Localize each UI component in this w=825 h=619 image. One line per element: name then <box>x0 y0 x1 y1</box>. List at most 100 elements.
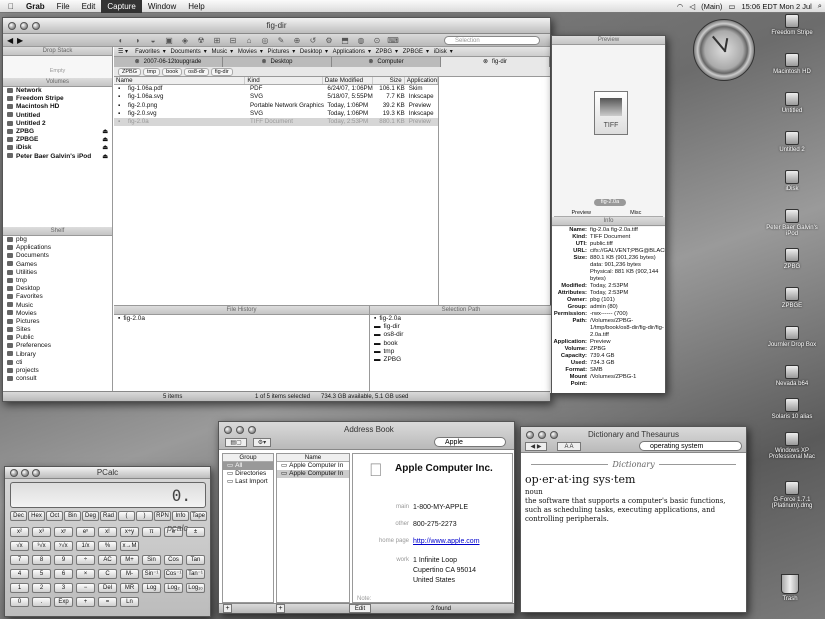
bookmark-movies[interactable]: Movies <box>235 49 260 55</box>
desktop-icon[interactable]: Untitled 2 <box>762 131 822 153</box>
dict-zoom-icon[interactable] <box>550 431 558 439</box>
pcalc-key[interactable]: Cos⁻¹ <box>164 569 183 579</box>
sidebar-shelf-item[interactable]: Documents <box>3 252 112 260</box>
col-app[interactable]: Application <box>405 77 438 84</box>
ab-add-group-icon[interactable]: + <box>223 604 232 613</box>
toolbar-icon-8[interactable]: ⌂ <box>241 36 257 45</box>
sidebar-volume[interactable]: Untitled 2 <box>3 120 112 128</box>
file-row[interactable]: ▪ fig-2.0.svg ◉SVGToday, 1:06PM 19.3 KBInks… <box>114 110 438 118</box>
ab-group-item[interactable]: ▭ Last Import <box>223 478 273 486</box>
pcalc-mode-3[interactable]: Bin <box>64 511 81 521</box>
toolbar-icon-6[interactable]: ⊞ <box>209 36 225 45</box>
pcalc-mode-10[interactable]: Tape <box>190 511 207 521</box>
ab-search-input[interactable]: Apple <box>434 437 506 447</box>
desktop-icon[interactable]: Journler Drop Box <box>762 326 822 348</box>
pcalc-key[interactable]: Log₂ <box>164 583 183 593</box>
sidebar-volume[interactable]: Peter Baer Galvin's iPod ⏏ <box>3 153 112 161</box>
ab-minimize-icon[interactable] <box>236 426 244 434</box>
dict-font-size-icon[interactable]: A A <box>557 442 581 451</box>
pcalc-key[interactable]: xʸ <box>54 527 73 537</box>
pcalc-mode-0[interactable]: Dec <box>10 511 27 521</box>
pcalc-key[interactable]: M- <box>120 569 139 579</box>
pcalc-key[interactable]: M+ <box>120 555 139 565</box>
pcalc-key[interactable]: 9 <box>54 555 73 565</box>
tab-1[interactable]: ⊗ Desktop <box>223 57 332 67</box>
pcalc-key[interactable]: Sin <box>142 555 161 565</box>
pcalc-key[interactable]: Ln <box>120 597 139 607</box>
toolbar-icon-14[interactable]: ⬒ <box>337 36 353 45</box>
tab-close-icon[interactable]: ⊗ <box>261 59 266 65</box>
tab-2[interactable]: ⊗ Computer <box>332 57 441 67</box>
search-input[interactable]: Selection <box>444 36 540 45</box>
ab-add-person-icon[interactable]: + <box>276 604 285 613</box>
trash-icon[interactable]: Trash <box>760 574 820 602</box>
apple-menu-icon[interactable]:  <box>0 0 20 13</box>
ab-action-gear-icon[interactable]: ⚙▾ <box>253 438 271 447</box>
pcalc-close-icon[interactable] <box>10 469 18 477</box>
selection-path-item[interactable]: ▬ book <box>370 340 552 348</box>
pcalc-mode-5[interactable]: Rad <box>100 511 117 521</box>
bookmark-applications[interactable]: Applications <box>330 49 368 55</box>
clock-widget-icon[interactable] <box>693 19 755 81</box>
sidebar-volume[interactable]: ZPBG ⏏ <box>3 128 112 136</box>
sidebar-shelf-item[interactable]: consult <box>3 375 112 383</box>
addressbook-titlebar[interactable]: Address Book ▤▢ ⚙▾ Apple <box>219 422 514 450</box>
pcalc-extra-key[interactable]: ± <box>186 527 205 537</box>
pcalc-key[interactable]: ʸ√x <box>54 541 73 551</box>
col-kind[interactable]: Kind <box>245 77 323 84</box>
wifi-icon[interactable]: ◠ <box>674 2 687 11</box>
desktop-icon[interactable]: Freedom Stripe <box>762 14 822 36</box>
ab-close-icon[interactable] <box>224 426 232 434</box>
pcalc-key[interactable]: eˣ <box>76 527 95 537</box>
col-name[interactable]: Name <box>114 77 246 84</box>
dictionary-titlebar[interactable]: Dictionary and Thesaurus ◀ ▶ A A operati… <box>521 427 746 453</box>
bookmark-menu-icon[interactable]: ☰ ▾ <box>114 49 132 55</box>
toolbar-icon-11[interactable]: ⊕ <box>289 36 305 45</box>
pcalc-minimize-icon[interactable] <box>21 469 29 477</box>
pcalc-key[interactable]: 3 <box>54 583 73 593</box>
desktop-icon[interactable]: Peter Baer Galvin's iPod <box>762 209 822 237</box>
dict-minimize-icon[interactable] <box>538 431 546 439</box>
menu-edit[interactable]: Edit <box>76 0 102 13</box>
menu-file[interactable]: File <box>51 0 76 13</box>
pcalc-key[interactable]: 8 <box>32 555 51 565</box>
pcalc-key[interactable]: 6 <box>54 569 73 579</box>
back-arrow-icon[interactable]: ◀ <box>7 36 13 45</box>
pcalc-key[interactable]: Log₁₀ <box>186 583 205 593</box>
pcalc-key[interactable]: + <box>76 597 95 607</box>
pcalc-key[interactable]: x→M <box>120 541 139 551</box>
tab-close-icon[interactable]: ⊗ <box>483 59 488 65</box>
pcalc-key[interactable]: C <box>98 569 117 579</box>
col-date[interactable]: Date Modified <box>323 77 373 84</box>
sidebar-shelf-item[interactable]: Favorites <box>3 293 112 301</box>
tab-preview[interactable]: Preview <box>554 209 609 216</box>
file-row[interactable]: ▪ fig-1.06a.pdf ◉PDF6/24/07, 1:06PM 106.1 K… <box>114 85 438 93</box>
battery-icon[interactable]: ▭ <box>725 2 738 11</box>
toolbar-icon-16[interactable]: ⊙ <box>369 36 385 45</box>
pcalc-key[interactable]: Tan <box>186 555 205 565</box>
toolbar-icon-4[interactable]: ◈ <box>177 36 193 45</box>
pcalc-key[interactable]: Tan⁻¹ <box>186 569 205 579</box>
pcalc-key[interactable]: x÷y <box>120 527 139 537</box>
pcalc-key[interactable]: x² <box>10 527 29 537</box>
desktop-icon[interactable]: ZPBG <box>762 248 822 270</box>
dict-close-icon[interactable] <box>526 431 534 439</box>
pcalc-extra-key[interactable]: π <box>142 527 161 537</box>
tab-close-icon[interactable]: ⊗ <box>368 59 373 65</box>
desktop-icon[interactable]: Macintosh HD <box>762 53 822 75</box>
sidebar-shelf-item[interactable]: Public <box>3 334 112 342</box>
path-segment[interactable]: ZPBG <box>118 67 141 76</box>
toolbar-icon-1[interactable]: ◑ <box>129 36 145 45</box>
selection-path-item[interactable]: ▬ fig-dir <box>370 323 552 331</box>
close-button-icon[interactable] <box>8 22 16 30</box>
pcalc-key[interactable]: x! <box>98 527 117 537</box>
sidebar-shelf-item[interactable]: Movies <box>3 310 112 318</box>
pcalc-key[interactable]: ÷ <box>76 555 95 565</box>
dict-search-input[interactable]: operating system <box>639 441 742 451</box>
ab-note[interactable]: Note: <box>357 596 371 602</box>
sidebar-shelf-item[interactable]: cti <box>3 359 112 367</box>
minimize-button-icon[interactable] <box>20 22 28 30</box>
forward-arrow-icon[interactable]: ▶ <box>17 36 23 45</box>
pcalc-mode-2[interactable]: Oct <box>46 511 63 521</box>
volume-icon[interactable]: ◁ <box>686 2 698 11</box>
